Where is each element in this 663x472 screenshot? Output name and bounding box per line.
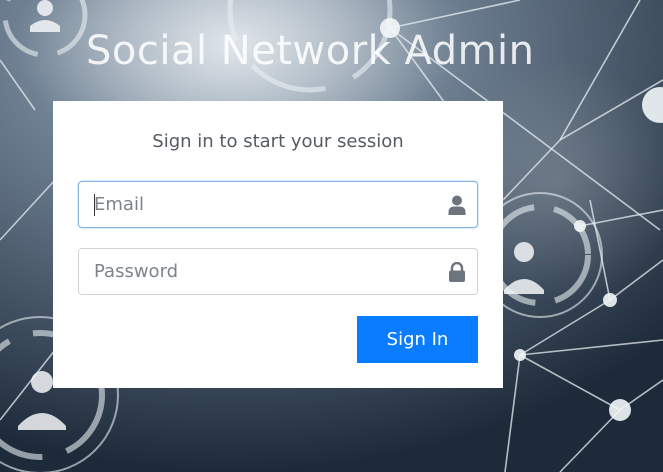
password-field[interactable] (78, 248, 478, 295)
login-box-message: Sign in to start your session (152, 131, 404, 152)
text-caret (94, 194, 95, 216)
sign-in-button[interactable]: Sign In (357, 316, 478, 363)
app-title: Social Network Admin (86, 28, 535, 74)
lock-icon (448, 261, 466, 282)
login-box: Sign in to start your session Sign In (53, 101, 503, 388)
password-input[interactable] (79, 249, 439, 294)
user-icon (448, 195, 466, 215)
email-field[interactable] (78, 181, 478, 228)
email-input[interactable] (79, 182, 439, 227)
